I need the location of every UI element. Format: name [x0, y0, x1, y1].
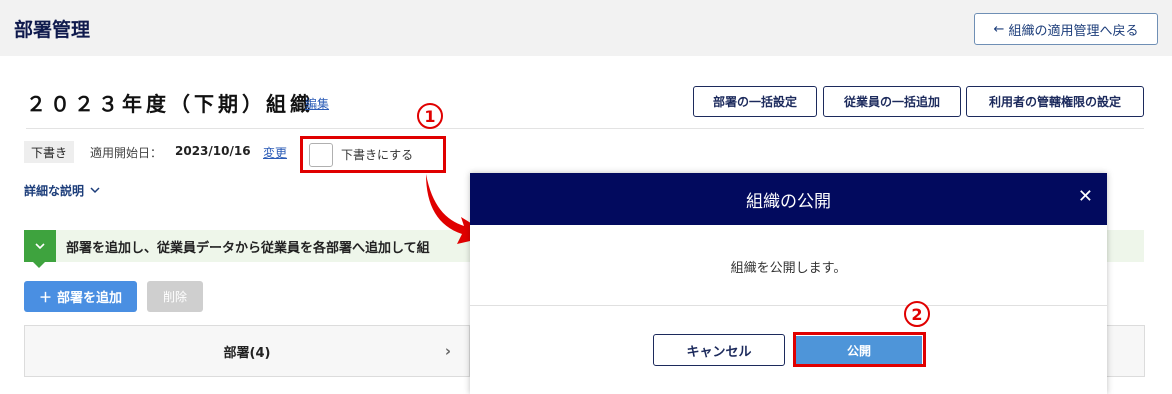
back-to-org-management-button[interactable]: ← 組織の適用管理へ戻る [974, 13, 1158, 45]
step-marker-2: 2 [904, 301, 930, 327]
arrow-left-icon: ← [993, 21, 1005, 37]
details-toggle[interactable]: 詳細な説明 [24, 182, 100, 199]
close-icon[interactable]: ✕ [1078, 186, 1093, 207]
info-banner-text: 部署を追加し、従業員データから従業員を各部署へ追加して組 [66, 240, 430, 256]
edit-link[interactable]: 編集 [305, 95, 329, 112]
dialog-divider [470, 305, 1107, 306]
department-column-header[interactable]: 部署(4) › [24, 325, 470, 377]
step-number-1: 1 [424, 106, 436, 126]
page-title: 部署管理 [14, 19, 91, 41]
bulk-add-employees-button[interactable]: 従業員の一括追加 [823, 86, 961, 117]
step-marker-1: 1 [417, 103, 443, 129]
department-count-label: 部署(4) [223, 345, 271, 361]
chevron-down-icon[interactable] [24, 230, 56, 268]
change-date-link[interactable]: 変更 [263, 144, 287, 161]
divider [26, 128, 1144, 129]
add-department-label: 部署を追加 [57, 291, 123, 306]
chevron-right-icon: › [444, 342, 451, 360]
back-button-label: 組織の適用管理へ戻る [1008, 23, 1139, 39]
start-date-label: 適用開始日： [90, 146, 163, 160]
highlight-box-step2 [793, 332, 926, 367]
details-label: 詳細な説明 [24, 184, 85, 198]
start-date-value: 2023/10/16 [175, 144, 251, 158]
dialog-message: 組織を公開します。 [730, 261, 847, 276]
chevron-down-icon [90, 187, 100, 194]
step-number-2: 2 [911, 304, 923, 324]
add-department-button[interactable]: ＋ 部署を追加 [24, 281, 137, 312]
top-bar: 部署管理 ← 組織の適用管理へ戻る [0, 0, 1172, 56]
org-title: ２０２３年度（下期）組織 [26, 92, 314, 116]
employee-column-edge [1104, 325, 1145, 377]
bulk-dept-settings-button[interactable]: 部署の一括設定 [693, 86, 817, 117]
publish-dialog: 組織の公開 ✕ 組織を公開します。 キャンセル 公開 [470, 173, 1107, 394]
dialog-header: 組織の公開 ✕ [470, 173, 1107, 225]
delete-button: 削除 [147, 281, 203, 312]
status-badge: 下書き [24, 141, 75, 163]
user-permission-settings-button[interactable]: 利用者の管轄権限の設定 [966, 86, 1144, 117]
plus-icon: ＋ [38, 291, 52, 306]
highlight-box-step1 [300, 136, 446, 173]
cancel-button[interactable]: キャンセル [653, 334, 785, 366]
dialog-title: 組織の公開 [746, 191, 831, 212]
